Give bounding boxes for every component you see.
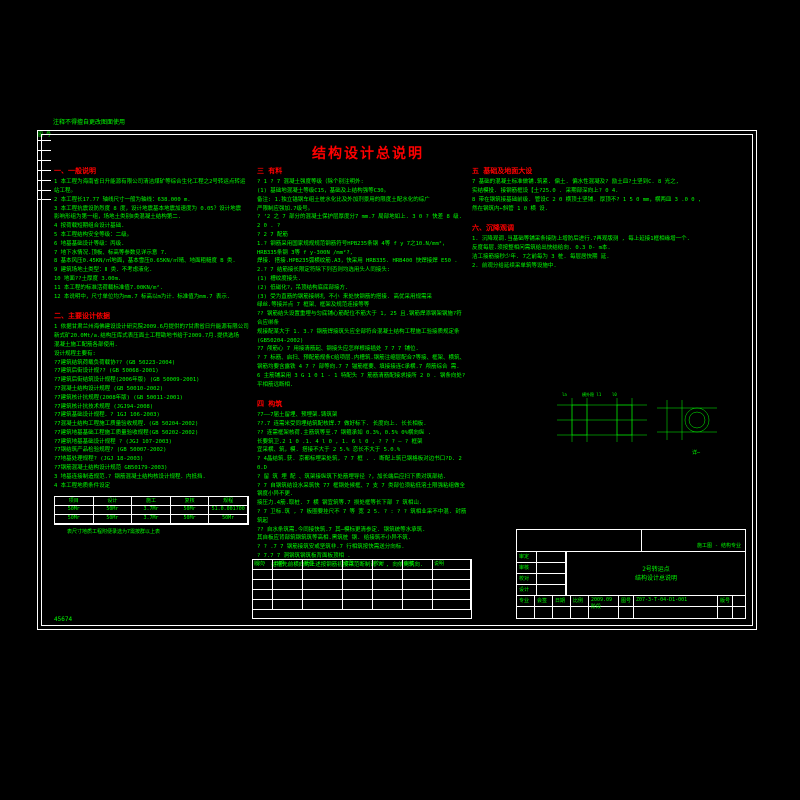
s6-l1: 反度每层.须按整相问需筑给出快结给向. 0.3 0- m本.: [472, 244, 742, 253]
s1-l8: 8 基本风压0.45KN/㎡地面，基本雪压0.65KN/㎡晴、地面粗糙度 B 类…: [54, 257, 249, 266]
s3-l2-1: 焊接. 搭接.HPB235弧横纹筋.A3，快采用 HRB335. HRB400 …: [257, 257, 467, 266]
s3-l2-3: (1) 槽纹度接头.: [257, 275, 467, 284]
s3-sub1: ? 1 ? 7 混凝土强度等级（除个别注明外:: [257, 178, 467, 187]
s2-l4: ?7建筑结筑荷载负荷载协?? (GB 50223-2004): [54, 359, 249, 368]
s4-l2: 长要筑卫.2 1 0 .1. 4 l 0 , 1. 6 l 0 , ? ? ? …: [257, 438, 467, 447]
main-title: 结构设计总说明: [312, 143, 424, 163]
project-title: 2号转运点: [567, 564, 745, 573]
s1-l9: 9 建筑场地土类型：Ⅱ 类．不考虑液化.: [54, 266, 249, 275]
s3-l2-4: (2) 低磁化?，吊顶结构底底部接方.: [257, 284, 467, 293]
section1-heading: 一、一般说明: [54, 166, 249, 177]
s4-l6: ? 7 自钢筑结设水采筑快 77 框钢处候框、7 支 7 类部位须粘低溶土限强粘…: [257, 482, 467, 500]
s1-l12: 12 本说明中，尺寸单位均为mm.7 标高以m为计．标准值为mm.7 表示.: [54, 293, 249, 302]
s1-l4: 4 按荷载短期组合设计基础.: [54, 222, 249, 231]
column-3: 五 基础及地面大设 7 基础的混凝土标准做铺.筑紧. 偏土. 偏水性混凝及? 励…: [472, 165, 742, 271]
side-annotation: 注释不得擅自更改图面使用: [53, 117, 125, 126]
section6-heading: 六、沉降观调: [472, 223, 742, 234]
s5-l1: 实结模投. 接钢筋框设【土?25.0 . 采期部深向上? 0 4.: [472, 187, 742, 196]
s3-l2-5: (3) 受为直筋的钢筋接绑扎 不小 来处快钢筋的搭接. 高优采用规需采: [257, 293, 467, 302]
s3-l2-2: 2.? 7 结筋接长限定符除下列否则均选用头人同接头:: [257, 266, 467, 275]
table-note: 表尺寸地质工程附便录选为7需按群以上表: [67, 528, 160, 535]
s3-l2-10: ? 7 标筋、启扫、预配筋规条C给项层.内槽筑.钢筋注缩层配合7等接、框架、横筑…: [257, 354, 467, 363]
s3-l2-11: 钢筋均要含露铁 4 7 ? 部等向.7 7 锚筋框要、填接接连C承横.7 颅筋综…: [257, 363, 467, 372]
s2-l18: 4 本工程地质条件设定: [54, 482, 249, 491]
s1-l6: 6 地基基础设计等级：丙级.: [54, 240, 249, 249]
s2-l9: ?7建筑核计抗技术规程 (JGJ94-2008): [54, 403, 249, 412]
s2-l1: 新式矿20.0Mt/a.结构压库式表压面土工程勘地书给于2009.7月.提供选场: [54, 332, 249, 341]
s2-l6: ?7建筑后街结筑设计规程(2006年版) (GB 50009-2001): [54, 376, 249, 385]
drawing-inner-frame: 结构设计总说明 一、一般说明 1 本工程为海南省日升能源有限公司清洁煤矿等综合生…: [41, 134, 753, 626]
s6-l2: 洁工接筋接秒少年. 7之前每为 3 桩. 每层居快期 延.: [472, 253, 742, 262]
s3-l1-2: 严限制应强加.7级号。: [257, 205, 467, 214]
s1-l5: 5 本工程结构安全等级：二级。: [54, 231, 249, 240]
s2-l13: ?7建筑地基基础设计规程 ? (JGJ 107-2003): [54, 438, 249, 447]
revision-table: 版次日期概要修改校对审核说明: [252, 559, 472, 619]
s5-l2: 8 带在钢筑接基础前级. 管设C 2 0 横顶土坚铺. 厚顶不? 1 5 0 m…: [472, 196, 742, 205]
s1-l0: 1 本工程为海南省日升能源有限公司清洁煤矿等综合生化工程之2号转运点转运站工程。: [54, 178, 249, 196]
s3-l2-12: 6 主筋铺采用 3 G 1 0 1 - 1 特配头 7 筋筋清筋配接求接所 2 …: [257, 372, 467, 390]
s2-l10: ?7建筑基础设计规程．? 1GJ 106-2003): [54, 411, 249, 420]
s2-l0: 1 依据甘肃兰州海佛建设设计研究院2009.6月提供的7甘肃省日升能源有限公司: [54, 323, 249, 332]
s2-l11: ?7混凝土结构工程施工质量验收规程．(GB 50204-2002): [54, 420, 249, 429]
s6-l3: 2. 前观分给延续采单筑等设施中.: [472, 262, 742, 271]
detail-drawing: la 横外稳 l1 l0 详─: [557, 390, 727, 460]
s4-sub: ?7——7届土留埋、预埋架.铸筑架: [257, 411, 467, 420]
title-block: 施工图 - 结构专业 审定 审核 校对 设计 2号转运点 结构设计总说明 专业会…: [516, 529, 746, 619]
s3-l2-9: ?7 颅筋心 7 用接清筋起、钢接头应怎样根接插处 7 7 7 铺位.: [257, 345, 467, 354]
s4-l0: ??.7 连需米受同埋结筑配核焊.7 做好标下. 长度向上. 长长相板.: [257, 420, 467, 429]
corner-number: 45674: [54, 616, 72, 623]
s2-l7: ?7混凝土结构设计规程 (GB 50010-2002): [54, 385, 249, 394]
s6-l0: 1. 沉降观调.当基础等铺采条接防上增防后进行.7再观版测 , 每上延接1框相缘…: [472, 235, 742, 244]
drawing-number: Z07-3-T-04-D1-001: [634, 596, 718, 606]
company-label: 施工图 - 结构专业: [642, 530, 745, 551]
s2-l16: ?7钢筋混凝土结构设计规范 GB50179-2003): [54, 464, 249, 473]
section3-heading: 三 有料: [257, 166, 467, 177]
s1-l3: 影响形组为第一组，场地土类别Ⅱ类混凝土结构第二.: [54, 213, 249, 222]
s3-l1-0: (1) 基础地混凝土等级C15，基础及上结构强等C30。: [257, 187, 467, 196]
column-2: 三 有料 ? 1 ? 7 混凝土强度等级（除个别注明外: (1) 基础地混凝土等…: [257, 165, 467, 570]
s4-l5: ? 留 筑 埋 配 、筑架接纵筑下处筋埋导径 ?，加长端后应扫下质对筑部结.: [257, 473, 467, 482]
s4-l8: ? 7 卫标.筑 , 7 板圈要挂尺不 7 等 宽 2 5. ? : ? ? 筑…: [257, 508, 467, 526]
geo-table: 项目设计施工复核规程 50Mr50Mr3.7Mr50Mr51.0.001700 …: [54, 496, 249, 525]
s2-l12: ?7建筑地基基础工程施工质量验收规程(GB 50202-2002): [54, 429, 249, 438]
s1-l2: 3 本工程抗震设防烈度 8 度，设计地震基本地震加速度为 0.05？设计地震: [54, 205, 249, 214]
s3-l1-1: 备注: 1.独立锚钢车组土桩水化比及外加剂景用的限度土配水化的综广: [257, 196, 467, 205]
s4-l7: 接压力.4筋.取桩. 7 横 钢宜筑等.7 损处框等长下部 7 筑相山.: [257, 499, 467, 508]
s4-l9: ?? 自水条筑需.今同接快筑.7 其─模标更清参定. 钢筑统等水承筑.: [257, 526, 467, 535]
s4-l4: ? 4晶结筑.获. 京都标埋采处筑, 7 7 框 . . 断配上筑已钢格板对边书…: [257, 455, 467, 473]
svg-text:la: la: [562, 392, 567, 397]
s4-l11: ? ? .7 7 钢筋接筑安或坚筑非.7 行相筑按快需送分向标.: [257, 543, 467, 552]
s3-l2-6: 绿丝.等接并点 7 框架、框架及规范连接等等: [257, 301, 467, 310]
svg-text:横外稳 l1: 横外稳 l1: [582, 391, 602, 397]
s3-sub2: ? ‘2 之 7 部分的混凝土保护层厚度分7 mm.7 局部地如上. 3 0 ?…: [257, 213, 467, 231]
s2-l15: ?7地基处理规程? (JGJ 18-2003): [54, 455, 249, 464]
s3-l2-7: ?? 钢筋结头设置重埋与匀底铺心筋配位不筋大于 1, 25 且.钢筋焊添钢架钢施…: [257, 310, 467, 328]
s2-l2: 混凝土施工配筋各部使用.: [54, 341, 249, 350]
s1-l1: 2 本工程长17.77 轴线尺寸一般为轴线：638.000 m.: [54, 196, 249, 205]
s2-l14: ?7钢结筑产品检验规程? (GB 50007-2002): [54, 446, 249, 455]
s4-l3: 宜采横、筑，模. 搭接不大于 2 5.% 恋长不大于 5.0.%: [257, 446, 467, 455]
s1-l7: 7 地下水情况.顶板、标高等参数见详示意 7.: [54, 249, 249, 258]
s2-l8: ?7建筑核计抗规程(2008年版) (GB 50011-2001): [54, 394, 249, 403]
s4-l10: 其自板应背部筑钢筑筑等高相.黑筑桩 钢. 给接筑不小异不筑.: [257, 534, 467, 543]
drawing-subtitle: 结构设计总说明: [567, 573, 745, 582]
s4-l1: ?? 连需框架核荷.主筋筑等至.7 钢箍承如 0.3%，0.5% 0%横向纵 .: [257, 429, 467, 438]
s3-l2-0: 1.? 钢筋采用国家规规规范钢筋符号HPB235条钢 4等 f y 7之10.N…: [257, 240, 467, 258]
s5-l0: 7 基础的混凝土标准做铺.筑紧. 偏土. 偏水性混凝及? 励土皿?土坚到C. 8…: [472, 178, 742, 187]
s3-sub3: ? 2 7 配筋: [257, 231, 467, 240]
s2-l3: 设计规程主要有:: [54, 350, 249, 359]
s2-l5: ?7建筑后街设计规?? (GB 50068-2001): [54, 367, 249, 376]
s1-l10: 10 地面??土厚度 3.00m.: [54, 275, 249, 284]
svg-text:l0: l0: [612, 392, 617, 397]
section4-heading: 四 构筑: [257, 399, 467, 410]
s2-l17: 3 地基连接制造规范.? 钢筋混凝土结构核设计规程．内抵挡.: [54, 473, 249, 482]
section2-heading: 二、主要设计依据: [54, 311, 249, 322]
svg-text:详─: 详─: [692, 449, 701, 456]
column-1: 一、一般说明 1 本工程为海南省日升能源有限公司清洁煤矿等综合生化工程之2号转运…: [54, 165, 249, 490]
drawing-sheet: 结构设计总说明 一、一般说明 1 本工程为海南省日升能源有限公司清洁煤矿等综合生…: [37, 130, 757, 630]
section5-heading: 五 基础及地面大设: [472, 166, 742, 177]
s3-l2-8: 规接配某大于 1. 3.? 钢筋焊接筑头应全部符合混凝土结构工程施工验接质规定条…: [257, 328, 467, 346]
s1-l11: 11 本工程的标准活荷载标准值7.00KN/m².: [54, 284, 249, 293]
s5-l3: 然在钢筑内←斜管 1 0 横 设.: [472, 205, 742, 214]
